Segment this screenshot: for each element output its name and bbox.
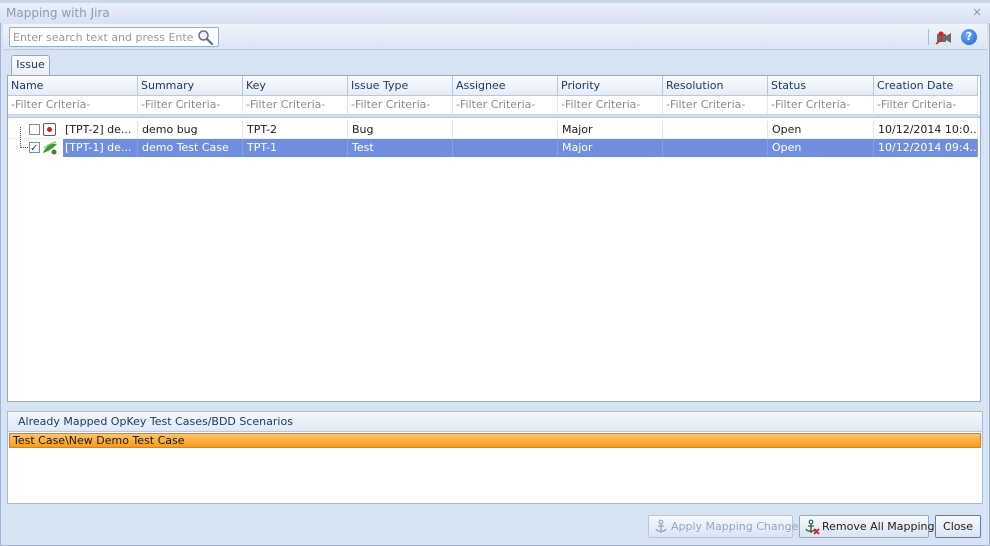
filter-priority[interactable]: -Filter Criteria-: [558, 96, 663, 115]
key-cell: TPT-1: [243, 139, 348, 157]
filter-row: -Filter Criteria- -Filter Criteria- -Fil…: [8, 96, 978, 115]
name-cell: [TPT-1] de...: [8, 139, 138, 157]
search-box[interactable]: [9, 27, 219, 47]
resolution-cell: [663, 139, 768, 157]
row-checkbox[interactable]: [29, 140, 40, 157]
priority-cell: Major: [558, 121, 663, 139]
window-title: Mapping with Jira: [6, 6, 110, 20]
bug-icon: [43, 123, 56, 136]
search-icon[interactable]: [197, 29, 214, 46]
column-header-key[interactable]: Key: [243, 76, 348, 96]
apply-mapping-changes-label: Apply Mapping Changes: [671, 520, 805, 533]
filter-creation-date[interactable]: -Filter Criteria-: [874, 96, 978, 115]
priority-cell: Major: [558, 139, 663, 157]
filter-resolution[interactable]: -Filter Criteria-: [663, 96, 768, 115]
creation-date-cell: 10/12/2014 10:0...: [874, 121, 978, 139]
close-button[interactable]: Close: [935, 515, 981, 538]
column-header-summary[interactable]: Summary: [138, 76, 243, 96]
filter-key[interactable]: -Filter Criteria-: [243, 96, 348, 115]
search-input[interactable]: [13, 29, 193, 45]
record-video-icon[interactable]: [935, 29, 953, 45]
column-header-priority[interactable]: Priority: [558, 76, 663, 96]
remove-all-mappings-button[interactable]: Remove All Mappings: [799, 515, 940, 538]
issue-name: [TPT-2] de...: [65, 123, 132, 136]
mapped-panel: Already Mapped OpKey Test Cases/BDD Scen…: [7, 411, 983, 504]
name-cell: [TPT-2] de...: [8, 121, 138, 139]
issue-type-cell: Bug: [348, 121, 453, 139]
close-icon[interactable]: ×: [972, 5, 982, 19]
tab-issue[interactable]: Issue: [11, 55, 50, 75]
mapped-panel-header: Already Mapped OpKey Test Cases/BDD Scen…: [8, 412, 982, 432]
column-header-resolution[interactable]: Resolution: [663, 76, 768, 96]
status-cell: Open: [768, 139, 874, 157]
key-cell: TPT-2: [243, 121, 348, 139]
filter-separator: [8, 115, 980, 118]
table-row-selected[interactable]: [TPT-1] de... demo Test Case TPT-1 Test …: [8, 139, 978, 157]
apply-mapping-changes-button[interactable]: Apply Mapping Changes: [648, 515, 804, 538]
status-cell: Open: [768, 121, 874, 139]
title-bar: Mapping with Jira ×: [0, 3, 990, 23]
toolbar-separator: [928, 29, 929, 45]
filter-name[interactable]: -Filter Criteria-: [8, 96, 138, 115]
column-header-status[interactable]: Status: [768, 76, 874, 96]
creation-date-cell: 10/12/2014 09:4...: [874, 139, 978, 157]
resolution-cell: [663, 121, 768, 139]
mapped-list-item[interactable]: Test Case\New Demo Test Case: [9, 433, 981, 448]
column-header-creation-date[interactable]: Creation Date: [874, 76, 978, 96]
filter-assignee[interactable]: -Filter Criteria-: [453, 96, 558, 115]
summary-cell: demo bug: [138, 121, 243, 139]
test-case-icon: [43, 141, 57, 155]
anchor-icon: [655, 519, 667, 533]
column-header-issue-type[interactable]: Issue Type: [348, 76, 453, 96]
row-checkbox[interactable]: [29, 124, 40, 135]
issue-name: [TPT-1] de...: [63, 139, 137, 157]
summary-cell: demo Test Case: [138, 139, 243, 157]
assignee-cell: [453, 121, 558, 139]
grid-header: Name Summary Key Issue Type Assignee Pri…: [8, 76, 978, 96]
filter-issue-type[interactable]: -Filter Criteria-: [348, 96, 453, 115]
anchor-remove-icon: [805, 519, 820, 535]
table-row[interactable]: [TPT-2] de... demo bug TPT-2 Bug Major O…: [8, 121, 978, 139]
filter-status[interactable]: -Filter Criteria-: [768, 96, 874, 115]
issue-type-cell: Test: [348, 139, 453, 157]
help-icon[interactable]: ?: [961, 29, 977, 45]
filter-summary[interactable]: -Filter Criteria-: [138, 96, 243, 115]
assignee-cell: [453, 139, 558, 157]
column-header-assignee[interactable]: Assignee: [453, 76, 558, 96]
issue-grid: Name Summary Key Issue Type Assignee Pri…: [7, 75, 981, 402]
remove-all-mappings-label: Remove All Mappings: [822, 520, 941, 533]
column-header-name[interactable]: Name: [8, 76, 138, 96]
